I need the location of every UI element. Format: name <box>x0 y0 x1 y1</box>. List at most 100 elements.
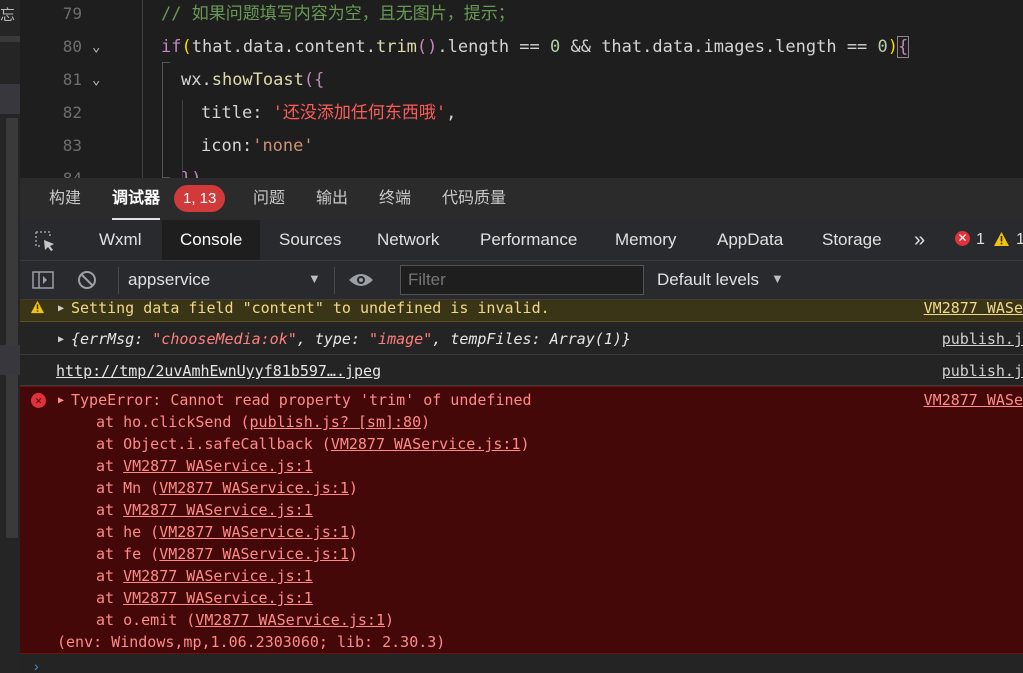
stack-frame-link[interactable]: VM2877 WAService.js:1 <box>159 545 349 563</box>
object-source-link[interactable]: publish.j <box>942 323 1023 355</box>
stack-frame: at ho.clickSend (publish.js? [sm]:80) <box>96 413 431 431</box>
error-count[interactable]: 1 <box>976 220 985 260</box>
error-icon: ✕ <box>31 393 46 408</box>
inspect-element-icon[interactable] <box>34 230 56 252</box>
code-line-84: 84 }) <box>20 166 1023 178</box>
context-selector[interactable]: appservice <box>128 270 210 290</box>
warning-count-icon[interactable] <box>993 231 1010 247</box>
left-strip: 忘 <box>0 0 20 673</box>
debugger-badge: 1, 13 <box>174 185 226 212</box>
code-text: }) <box>181 166 201 178</box>
tab-debugger[interactable]: 调试器 <box>112 178 161 220</box>
code-text: if(that.data.content.trim().length == 0 … <box>161 36 910 58</box>
stack-frame: at o.emit (VM2877 WAService.js:1) <box>96 611 395 629</box>
error-source-link[interactable]: VM2877 WASe <box>924 391 1023 409</box>
tab-memory[interactable]: Memory <box>615 220 676 260</box>
left-strip-divider <box>0 36 20 42</box>
fold-chevron-icon[interactable]: ⌄ <box>92 67 100 93</box>
code-text: title: '还没添加任何东西哦', <box>201 103 457 123</box>
stack-frame-link[interactable]: VM2877 WAService.js:1 <box>123 457 313 475</box>
code-text: wx.showToast({ <box>181 70 325 90</box>
warning-icon <box>30 300 45 314</box>
left-strip-selected-item[interactable] <box>0 84 20 114</box>
stack-frame: at Mn (VM2877 WAService.js:1) <box>96 479 358 497</box>
tab-output[interactable]: 输出 <box>316 178 348 220</box>
log-levels-dropdown[interactable]: Default levels <box>657 270 759 290</box>
tab-wxml[interactable]: Wxml <box>99 220 141 260</box>
url-source-link[interactable]: publish.j <box>942 356 1023 386</box>
console-output[interactable]: ▶ Setting data field "content" to undefi… <box>20 300 1023 673</box>
line-number: 80 <box>62 37 82 56</box>
tab-appdata[interactable]: AppData <box>717 220 783 260</box>
line-number: 82 <box>62 103 82 122</box>
stack-frame: at Object.i.safeCallback (VM2877 WAServi… <box>96 435 530 453</box>
left-strip-scrollbar[interactable] <box>6 118 18 538</box>
code-line-80: 80 ⌄ if(that.data.content.trim().length … <box>20 34 1023 67</box>
object-preview: {errMsg: "chooseMedia:ok", type: "image"… <box>71 330 631 348</box>
levels-dropdown-arrow-icon[interactable]: ▼ <box>771 271 784 286</box>
stack-frame: at fe (VM2877 WAService.js:1) <box>96 545 358 563</box>
tab-performance[interactable]: Performance <box>480 220 577 260</box>
stack-frame-link[interactable]: VM2877 WAService.js:1 <box>123 589 313 607</box>
stack-frame-link[interactable]: publish.js? [sm]:80 <box>250 413 422 431</box>
sidebar-toggle-icon[interactable] <box>32 270 54 290</box>
stack-frame-link[interactable]: VM2877 WAService.js:1 <box>159 523 349 541</box>
code-comment: // 如果问题填写内容为空，且无图片，提示； <box>161 4 515 24</box>
devtools-tab-bar: Wxml Console Sources Network Performance… <box>20 220 1023 261</box>
error-text: TypeError: Cannot read property 'trim' o… <box>71 391 532 409</box>
stack-frame-link[interactable]: VM2877 WAService.js:1 <box>159 479 349 497</box>
stack-frame: at VM2877 WAService.js:1 <box>96 457 313 475</box>
stack-frame: at VM2877 WAService.js:1 <box>96 567 313 585</box>
tab-network[interactable]: Network <box>377 220 439 260</box>
tab-build[interactable]: 构建 <box>49 178 81 220</box>
panel-tab-bar: 构建 调试器 1, 13 问题 输出 终端 代码质量 <box>20 178 1023 220</box>
filter-input[interactable] <box>400 265 644 295</box>
code-editor[interactable]: 79 // 如果问题填写内容为空，且无图片，提示； 80 ⌄ if(that.d… <box>20 0 1023 178</box>
stack-frame: at VM2877 WAService.js:1 <box>96 589 313 607</box>
stack-frame-link[interactable]: VM2877 WAService.js:1 <box>123 567 313 585</box>
stack-frame-link[interactable]: VM2877 WAService.js:1 <box>123 501 313 519</box>
console-prompt-icon[interactable]: › <box>34 658 39 673</box>
console-log-object[interactable]: ▶ {errMsg: "chooseMedia:ok", type: "imag… <box>20 323 1023 355</box>
stack-frame-link[interactable]: VM2877 WAService.js:1 <box>195 611 385 629</box>
clear-console-icon[interactable] <box>77 270 97 290</box>
code-line-79: 79 // 如果问题填写内容为空，且无图片，提示； <box>20 1 1023 34</box>
left-strip-item[interactable] <box>0 345 20 375</box>
more-tabs-chevron-icon[interactable]: » <box>914 220 925 260</box>
toolbar-divider <box>334 267 335 294</box>
warning-source-link[interactable]: VM2877 WASe <box>924 300 1023 316</box>
context-dropdown-arrow-icon[interactable]: ▼ <box>308 271 321 286</box>
console-log-url[interactable]: http://tmp/2uvAmhEwnUyyf81b597….jpeg pub… <box>20 356 1023 386</box>
stack-frame: at he (VM2877 WAService.js:1) <box>96 523 358 541</box>
live-expression-eye-icon[interactable] <box>348 272 374 288</box>
error-env-info: (env: Windows,mp,1.06.2303060; lib: 2.30… <box>57 633 446 651</box>
code-line-82: 82 title: '还没添加任何东西哦', <box>20 100 1023 133</box>
error-count-icon[interactable]: ✕ <box>955 231 970 246</box>
expand-triangle-icon[interactable]: ▶ <box>58 300 67 317</box>
line-number: 79 <box>62 4 82 23</box>
left-strip-glyph: 忘 <box>0 7 16 24</box>
tab-code-quality[interactable]: 代码质量 <box>442 178 506 220</box>
image-url-link[interactable]: http://tmp/2uvAmhEwnUyyf81b597….jpeg <box>56 356 381 386</box>
line-number: 81 <box>62 70 82 89</box>
stack-frame: at VM2877 WAService.js:1 <box>96 501 313 519</box>
tab-problems[interactable]: 问题 <box>253 178 285 220</box>
fold-chevron-icon[interactable]: ⌄ <box>92 34 100 60</box>
stack-frame-link[interactable]: VM2877 WAService.js:1 <box>331 435 521 453</box>
code-line-83: 83 icon:'none' <box>20 133 1023 166</box>
console-warning-message[interactable]: ▶ Setting data field "content" to undefi… <box>20 300 1023 322</box>
expand-triangle-icon[interactable]: ▶ <box>58 323 67 356</box>
tab-terminal[interactable]: 终端 <box>379 178 411 220</box>
tab-sources[interactable]: Sources <box>279 220 341 260</box>
warning-text: Setting data field "content" to undefine… <box>71 300 550 317</box>
line-number: 84 <box>20 166 82 178</box>
console-error-message[interactable]: ✕ ▶ TypeError: Cannot read property 'tri… <box>20 386 1023 654</box>
tab-console[interactable]: Console <box>162 220 261 260</box>
warning-count[interactable]: 1 <box>1016 220 1023 260</box>
tab-storage[interactable]: Storage <box>822 220 882 260</box>
code-line-81: 81 ⌄ wx.showToast({ <box>20 67 1023 100</box>
toolbar-divider <box>118 267 119 294</box>
line-number: 83 <box>62 136 82 155</box>
expand-triangle-icon[interactable]: ▶ <box>58 391 67 409</box>
console-toolbar: appservice ▼ Default levels ▼ <box>20 261 1023 300</box>
